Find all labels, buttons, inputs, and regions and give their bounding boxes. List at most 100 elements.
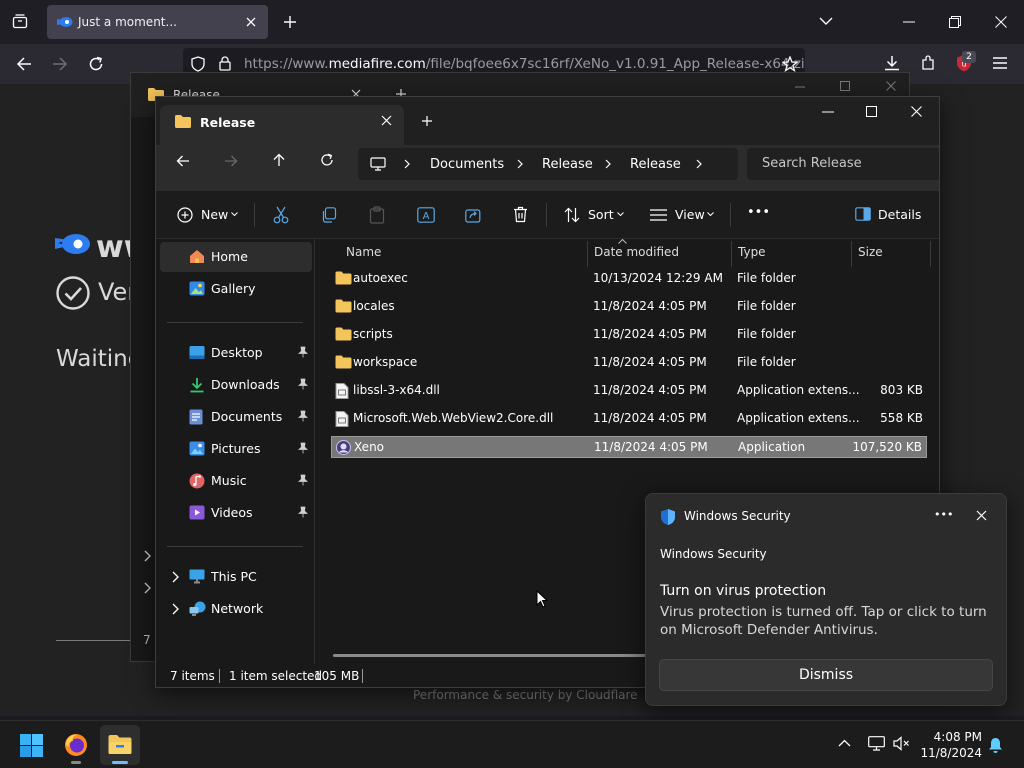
cut-scissors-icon[interactable] <box>273 206 289 224</box>
share-icon[interactable] <box>465 207 481 223</box>
rename-icon[interactable]: A <box>417 207 435 223</box>
pin-icon[interactable] <box>298 346 308 358</box>
reload-icon[interactable] <box>88 56 104 72</box>
nav-item-music[interactable]: Music <box>160 466 312 496</box>
pin-icon[interactable] <box>298 410 308 422</box>
nav-item-home[interactable]: Home <box>160 242 312 272</box>
forward-arrow-icon[interactable] <box>52 56 68 72</box>
pin-icon[interactable] <box>298 506 308 518</box>
chevron-right-icon[interactable] <box>171 571 179 583</box>
close-window-icon[interactable] <box>911 106 922 117</box>
dismiss-button[interactable]: Dismiss <box>659 659 993 691</box>
taskbar-firefox[interactable] <box>56 725 96 765</box>
chevron-right-icon[interactable] <box>404 159 410 169</box>
minimize-icon[interactable] <box>903 21 915 23</box>
delete-trash-icon[interactable] <box>513 206 528 223</box>
forward-arrow-icon[interactable] <box>224 154 238 168</box>
paste-clipboard-icon[interactable] <box>369 206 385 224</box>
maximize-icon[interactable] <box>840 81 850 91</box>
copy-icon[interactable] <box>321 207 337 223</box>
notification-bell-icon[interactable] <box>988 737 1003 754</box>
downloads-icon[interactable] <box>884 55 900 71</box>
breadcrumb[interactable]: Documents Release Release <box>358 148 738 180</box>
list-all-tabs-chevron-icon[interactable] <box>819 17 833 26</box>
browser-tab-active[interactable]: Just a moment... <box>47 5 268 39</box>
minimize-icon[interactable] <box>822 111 834 113</box>
chevron-up-icon[interactable] <box>838 739 851 747</box>
see-more-button[interactable]: ••• <box>747 205 770 220</box>
chevron-down-icon[interactable] <box>707 212 714 217</box>
search-input[interactable]: Search Release <box>747 148 939 180</box>
pin-icon[interactable] <box>298 474 308 486</box>
nav-item-pictures[interactable]: Pictures <box>160 434 312 464</box>
nav-item-network[interactable]: Network <box>160 594 312 624</box>
breadcrumb-release[interactable]: Release <box>542 157 593 172</box>
nav-item-downloads[interactable]: Downloads <box>160 370 312 400</box>
chevron-down-icon[interactable] <box>617 212 624 217</box>
new-button[interactable]: New <box>201 207 228 222</box>
nav-item-documents[interactable]: Documents <box>160 402 312 432</box>
computer-monitor-icon[interactable] <box>370 157 386 171</box>
horizontal-scrollbar[interactable] <box>333 654 653 657</box>
nav-item-this-pc[interactable]: This PC <box>160 562 312 592</box>
column-header-date[interactable]: Date modified <box>594 245 679 259</box>
back-arrow-icon[interactable] <box>16 56 32 72</box>
chevron-right-icon[interactable] <box>517 159 523 169</box>
file-row-autoexec[interactable]: autoexec 10/13/2024 12:29 AM File folder <box>331 268 927 290</box>
details-button[interactable]: Details <box>878 207 921 222</box>
column-header-name[interactable]: Name <box>346 245 381 259</box>
close-icon[interactable] <box>976 510 987 521</box>
pin-icon[interactable] <box>298 378 308 390</box>
cloudflare-footer[interactable]: Performance & security by Cloudflare <box>413 688 638 702</box>
column-divider[interactable] <box>930 241 931 267</box>
pin-icon[interactable] <box>298 442 308 454</box>
chevron-right-icon[interactable] <box>696 159 702 169</box>
chevron-right-icon[interactable] <box>143 582 151 594</box>
back-arrow-icon[interactable] <box>176 154 190 168</box>
up-arrow-icon[interactable] <box>272 153 286 167</box>
minimize-icon[interactable] <box>795 86 805 88</box>
close-tab-icon[interactable] <box>381 115 392 126</box>
column-header-type[interactable]: Type <box>738 245 766 259</box>
breadcrumb-release-current[interactable]: Release <box>630 157 681 172</box>
column-divider[interactable] <box>587 241 588 267</box>
column-divider[interactable] <box>731 241 732 267</box>
close-tab-icon[interactable] <box>245 16 257 28</box>
chevron-right-icon[interactable] <box>143 550 151 562</box>
chevron-right-icon[interactable] <box>605 159 611 169</box>
tab-list-icon[interactable] <box>12 13 28 29</box>
new-tab-icon[interactable] <box>283 15 297 29</box>
file-row-scripts[interactable]: scripts 11/8/2024 4:05 PM File folder <box>331 324 927 346</box>
breadcrumb-documents[interactable]: Documents <box>430 157 504 172</box>
restore-icon[interactable] <box>949 16 961 28</box>
toast-more-options[interactable]: ••• <box>934 508 953 521</box>
view-button[interactable]: View <box>675 207 705 222</box>
bookmark-star-icon[interactable] <box>782 56 798 72</box>
close-window-icon[interactable] <box>995 16 1007 28</box>
url-text[interactable]: https://www.mediafire.com/file/bqfoee6x7… <box>244 56 805 72</box>
sort-button[interactable]: Sort <box>588 207 614 222</box>
start-button[interactable] <box>12 725 52 765</box>
file-row-locales[interactable]: locales 11/8/2024 4:05 PM File folder <box>331 296 927 318</box>
volume-muted-icon[interactable] <box>893 736 910 751</box>
refresh-icon[interactable] <box>320 153 334 167</box>
sort-arrows-icon[interactable] <box>564 207 580 223</box>
chevron-right-icon[interactable] <box>171 603 179 615</box>
chevron-down-icon[interactable] <box>231 212 238 217</box>
nav-item-gallery[interactable]: Gallery <box>160 274 312 304</box>
tracking-protection-shield-icon[interactable] <box>191 56 205 72</box>
network-monitor-icon[interactable] <box>868 736 885 751</box>
maximize-icon[interactable] <box>866 106 877 117</box>
nav-item-desktop[interactable]: Desktop <box>160 338 312 368</box>
column-header-size[interactable]: Size <box>858 245 883 259</box>
lock-icon[interactable] <box>219 56 231 71</box>
file-row-libssl[interactable]: libssl-3-x64.dll 11/8/2024 4:05 PM Appli… <box>331 380 927 402</box>
close-window-icon[interactable] <box>886 81 896 91</box>
windows-security-notification[interactable]: Windows Security ••• Windows Security Tu… <box>645 493 1007 706</box>
taskbar-file-explorer[interactable] <box>100 725 140 765</box>
explorer-tab-active[interactable]: Release <box>160 105 404 145</box>
file-row-webview2[interactable]: Microsoft.Web.WebView2.Core.dll 11/8/202… <box>331 408 927 430</box>
nav-item-videos[interactable]: Videos <box>160 498 312 528</box>
new-plus-circle-icon[interactable] <box>177 207 193 223</box>
system-clock[interactable]: 4:08 PM 11/8/2024 <box>920 729 982 761</box>
